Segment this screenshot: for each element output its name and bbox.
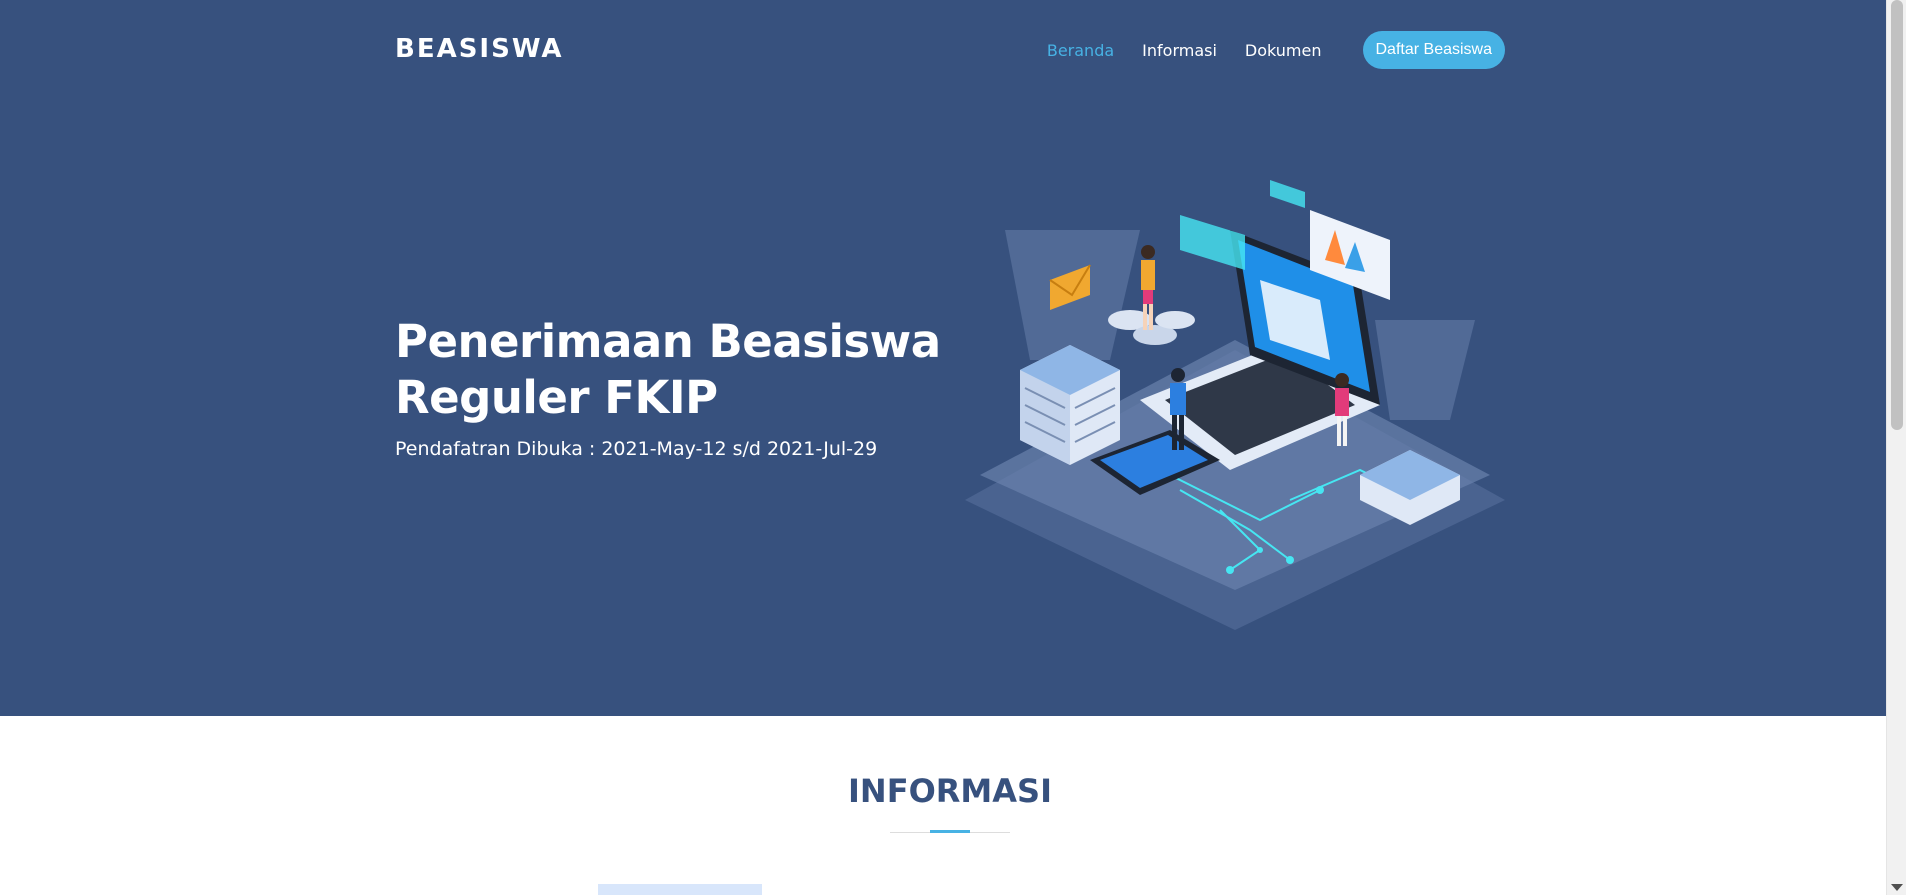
main-nav: Beranda Informasi Dokumen Daftar Beasisw… xyxy=(1019,30,1505,70)
info-card xyxy=(598,884,762,895)
nav-informasi[interactable]: Informasi xyxy=(1142,41,1217,60)
hero-title: Penerimaan Beasiswa Reguler FKIP xyxy=(395,314,955,426)
nav-dokumen[interactable]: Dokumen xyxy=(1245,41,1322,60)
nav-beranda[interactable]: Beranda xyxy=(1047,41,1114,60)
site-header: BEASISWA Beranda Informasi Dokumen Dafta… xyxy=(395,30,1505,70)
daftar-beasiswa-button[interactable]: Daftar Beasiswa xyxy=(1362,31,1505,69)
hero-title-line2: Reguler FKIP xyxy=(395,371,718,424)
hero-section: BEASISWA Beranda Informasi Dokumen Dafta… xyxy=(0,0,1886,716)
site-logo[interactable]: BEASISWA xyxy=(395,34,563,64)
hero-text: Penerimaan Beasiswa Reguler FKIP Pendafa… xyxy=(395,314,955,460)
page-scrollbar[interactable] xyxy=(1886,0,1906,895)
section-title-informasi: INFORMASI xyxy=(848,772,1052,810)
scrollbar-thumb[interactable] xyxy=(1891,0,1903,430)
registration-dates: Pendafatran Dibuka : 2021-May-12 s/d 202… xyxy=(395,438,878,460)
title-accent-bar xyxy=(930,830,970,833)
hero-illustration xyxy=(965,180,1505,630)
scroll-down-icon[interactable] xyxy=(1891,884,1903,891)
hero-title-line1: Penerimaan Beasiswa xyxy=(395,315,941,368)
